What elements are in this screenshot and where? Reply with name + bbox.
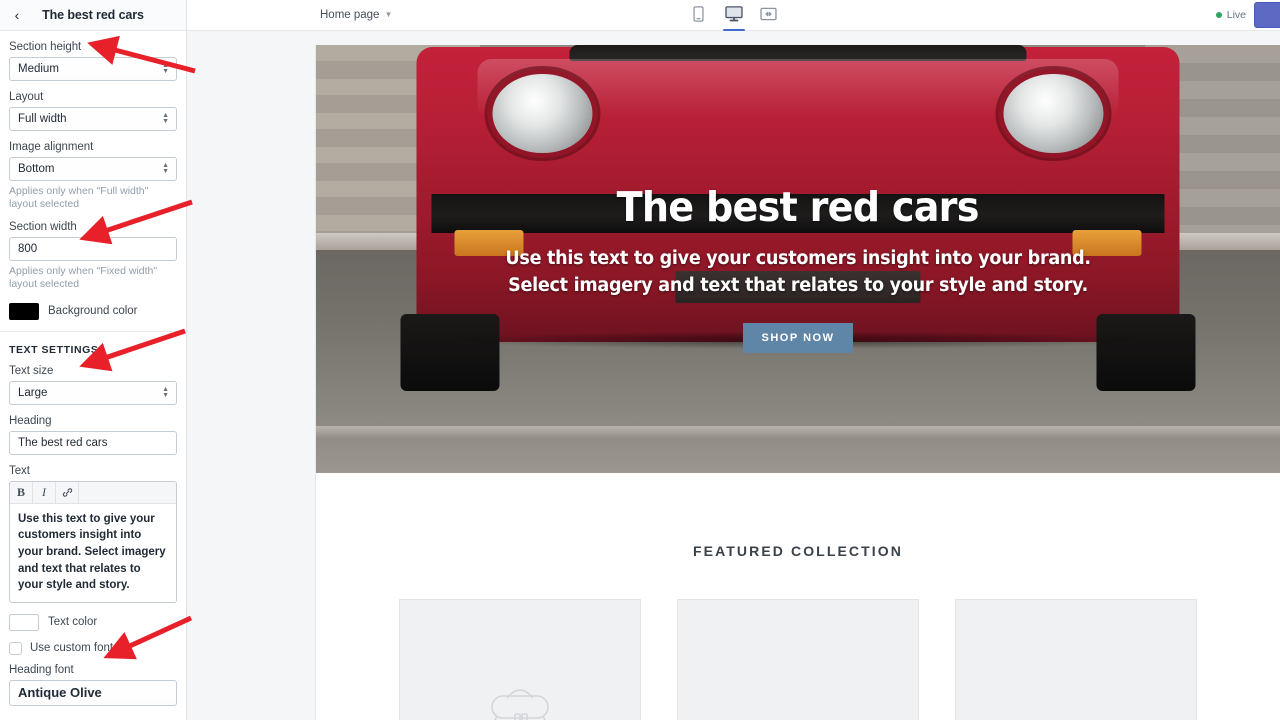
shop-now-button[interactable]: SHOP NOW	[742, 322, 854, 353]
hero-subtext-line1: Use this text to give your customers ins…	[505, 248, 1091, 270]
product-grid	[316, 599, 1280, 720]
input-section-width-value: 800	[18, 243, 38, 256]
featured-collection-title: FEATURED COLLECTION	[693, 543, 903, 559]
save-button[interactable]	[1254, 2, 1280, 28]
row-text-color[interactable]: Text color	[9, 613, 177, 631]
select-heading-font[interactable]: Antique Olive	[9, 679, 177, 706]
chevron-updown-icon: ▲ ▼	[162, 62, 169, 75]
device-btn-desktop[interactable]	[721, 1, 747, 31]
hero-section[interactable]: The best red cars Use this text to give …	[316, 45, 1280, 473]
label-image-alignment: Image alignment	[9, 141, 94, 153]
input-heading-value: The best red cars	[18, 436, 108, 449]
background-color-swatch[interactable]	[9, 302, 39, 320]
label-heading: Heading	[9, 414, 52, 427]
input-section-width[interactable]: 800	[9, 237, 177, 262]
help-section-width: Applies only when "Fixed width" layout s…	[9, 265, 158, 291]
checkbox-use-custom-font[interactable]	[9, 641, 22, 655]
page-selector-label: Home page	[320, 9, 380, 21]
chevron-left-icon[interactable]: ‹	[10, 8, 24, 22]
label-heading-font: Heading font	[9, 663, 74, 676]
chevron-updown-icon: ▲ ▼	[162, 385, 169, 399]
sidebar-header: ‹ The best red cars	[0, 0, 186, 31]
hero-subtext: Use this text to give your customers ins…	[505, 246, 1091, 299]
preview-page-frame: The best red cars Use this text to give …	[316, 45, 1280, 720]
app-root: ‹ The best red cars Section height Mediu…	[0, 0, 1280, 720]
italic-icon[interactable]: I	[33, 481, 56, 503]
select-section-height[interactable]: Medium ▲ ▼	[9, 57, 177, 81]
select-layout-value: Full width	[18, 113, 67, 125]
product-placeholder-glasses[interactable]	[955, 599, 1197, 720]
device-btn-mobile[interactable]	[686, 1, 712, 31]
select-section-height-value: Medium	[18, 63, 59, 75]
select-text-size[interactable]: Large ▲ ▼	[9, 380, 177, 405]
select-image-alignment[interactable]: Bottom ▲ ▼	[9, 157, 177, 181]
featured-collection-section: FEATURED COLLECTION	[316, 473, 1280, 720]
bold-icon[interactable]: B	[10, 481, 33, 503]
rte-content[interactable]: Use this text to give your customers ins…	[10, 504, 176, 602]
top-bar: Home page ▼ Live	[187, 0, 1280, 31]
hero-content: The best red cars Use this text to give …	[316, 45, 1280, 473]
chevron-updown-icon: ▲ ▼	[162, 112, 169, 125]
chevron-down-icon: ▼	[384, 10, 393, 19]
select-layout[interactable]: Full width ▲ ▼	[9, 107, 177, 131]
row-background-color[interactable]: Background color	[9, 302, 177, 320]
label-background-color: Background color	[48, 305, 138, 317]
status-label: Live	[1226, 9, 1246, 21]
select-text-size-value: Large	[18, 386, 48, 399]
chevron-updown-icon: ▲ ▼	[162, 162, 169, 175]
row-use-custom-font[interactable]: Use custom font	[9, 641, 177, 655]
rich-text-editor: B I Use this text to give your customers…	[9, 480, 177, 603]
help-image-alignment: Applies only when "Full width" layout se…	[9, 185, 149, 211]
product-placeholder-backpack[interactable]	[399, 599, 641, 720]
product-placeholder-shoe[interactable]	[677, 599, 919, 720]
sidebar-body: Section height Medium ▲ ▼ Layout Full wid…	[0, 31, 186, 706]
status-dot-icon	[1215, 12, 1222, 18]
label-layout: Layout	[9, 91, 44, 103]
device-btn-full-width[interactable]	[756, 1, 782, 31]
label-section-height: Section height	[9, 41, 82, 53]
device-toggle-group	[686, 0, 782, 31]
rte-toolbar: B I	[10, 481, 176, 504]
live-status: Live	[1215, 9, 1246, 21]
text-color-swatch[interactable]	[9, 613, 39, 631]
label-text-color: Text color	[48, 616, 98, 629]
select-image-alignment-value: Bottom	[18, 163, 55, 175]
sidebar-divider	[0, 330, 186, 332]
select-heading-font-value: Antique Olive	[18, 685, 102, 701]
link-icon[interactable]	[56, 481, 79, 503]
sidebar-title: The best red cars	[42, 8, 144, 22]
preview-canvas: The best red cars Use this text to give …	[187, 31, 1280, 720]
label-use-custom-font: Use custom font	[30, 642, 114, 655]
main-area: Home page ▼ Live The best red cars Use t…	[187, 0, 1280, 720]
text-settings-heading: TEXT SETTINGS	[9, 343, 99, 356]
label-text: Text	[9, 464, 30, 477]
section-settings-sidebar: ‹ The best red cars Section height Mediu…	[0, 0, 187, 720]
hero-subtext-line2: Select imagery and text that relates to …	[508, 274, 1088, 296]
hero-heading: The best red cars	[616, 183, 980, 232]
label-text-size: Text size	[9, 364, 54, 377]
input-heading[interactable]: The best red cars	[9, 430, 177, 455]
label-section-width: Section width	[9, 221, 77, 234]
page-selector[interactable]: Home page ▼	[320, 9, 392, 21]
